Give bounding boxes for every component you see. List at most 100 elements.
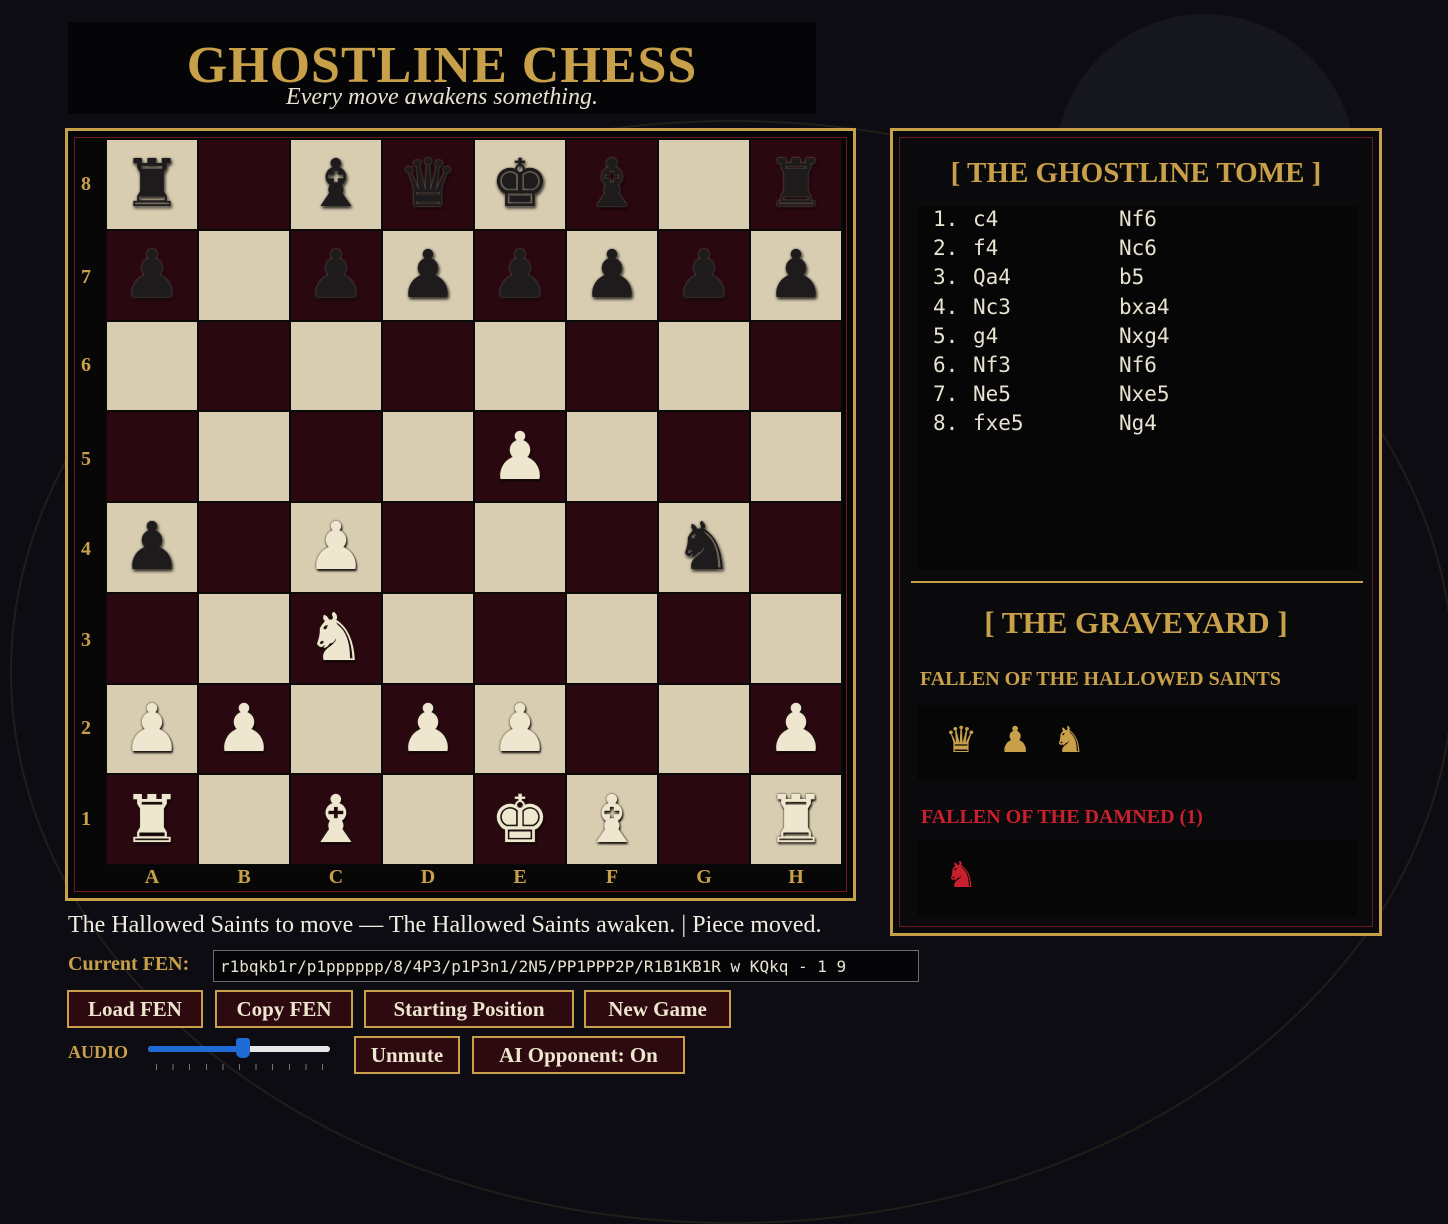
board-square-h3[interactable]: [750, 592, 842, 684]
load-fen-button[interactable]: Load FEN: [67, 990, 203, 1028]
board-square-g7[interactable]: ♟: [658, 229, 750, 321]
board-square-a8[interactable]: ♜: [106, 139, 198, 230]
board-square-e4[interactable]: [474, 502, 566, 593]
board-square-h4[interactable]: [750, 502, 842, 593]
board-square-c7[interactable]: ♟: [290, 229, 382, 321]
damned-bishop-icon[interactable]: ♝: [582, 151, 641, 217]
damned-rook-icon[interactable]: ♜: [766, 151, 825, 217]
board-square-a4[interactable]: ♟: [106, 502, 198, 593]
board-square-f2[interactable]: [566, 683, 658, 775]
board-square-h2[interactable]: ♟: [750, 683, 842, 775]
board-square-a3[interactable]: [106, 592, 198, 684]
board-square-g4[interactable]: ♞: [658, 502, 750, 593]
ai-opponent-toggle[interactable]: AI Opponent: On: [472, 1036, 685, 1074]
board-square-a1[interactable]: ♜: [106, 774, 198, 865]
board-square-d7[interactable]: ♟: [382, 229, 474, 321]
board-square-h5[interactable]: [750, 411, 842, 502]
damned-bishop-icon[interactable]: ♝: [306, 151, 365, 217]
board-square-e6[interactable]: [474, 320, 566, 412]
board-square-a5[interactable]: [106, 411, 198, 502]
damned-pawn-icon[interactable]: ♟: [766, 242, 825, 308]
board-square-b1[interactable]: [198, 774, 290, 865]
saint-pawn-icon[interactable]: ♟: [398, 695, 457, 762]
board-square-f6[interactable]: [566, 320, 658, 412]
board-square-d1[interactable]: [382, 774, 474, 865]
damned-queen-icon[interactable]: ♛: [398, 151, 457, 217]
saint-pawn-icon[interactable]: ♟: [306, 514, 365, 580]
board-square-a7[interactable]: ♟: [106, 229, 198, 321]
saint-king-icon[interactable]: ♚: [490, 786, 549, 853]
board-square-b7[interactable]: [198, 229, 290, 321]
board-square-b3[interactable]: [198, 592, 290, 684]
damned-knight-icon[interactable]: ♞: [674, 514, 733, 580]
board-square-f1[interactable]: ♝: [566, 774, 658, 865]
volume-slider-thumb[interactable]: [235, 1038, 250, 1058]
board-square-c3[interactable]: ♞: [290, 592, 382, 684]
board-square-f8[interactable]: ♝: [566, 139, 658, 230]
board-square-d8[interactable]: ♛: [382, 139, 474, 230]
board-square-d2[interactable]: ♟: [382, 683, 474, 775]
board-square-d5[interactable]: [382, 411, 474, 502]
damned-king-icon[interactable]: ♚: [490, 151, 549, 217]
move-list[interactable]: 1. c4 Nf6 2. f4 Nc6 3. Qa4 b5 4. Nc3 bxa4 5. g4 Nxg4 6.…: [917, 206, 1357, 570]
new-game-button[interactable]: New Game: [584, 990, 731, 1028]
damned-pawn-icon[interactable]: ♟: [490, 242, 549, 308]
board-square-b4[interactable]: [198, 502, 290, 593]
board-square-c5[interactable]: [290, 411, 382, 502]
board-square-d3[interactable]: [382, 592, 474, 684]
damned-pawn-icon[interactable]: ♟: [582, 242, 641, 308]
board-square-b8[interactable]: [198, 139, 290, 230]
board-square-g1[interactable]: [658, 774, 750, 865]
saint-pawn-icon[interactable]: ♟: [766, 695, 825, 762]
saint-pawn-icon[interactable]: ♟: [214, 695, 273, 762]
board-square-c6[interactable]: [290, 320, 382, 412]
board-square-h1[interactable]: ♜: [750, 774, 842, 865]
saint-pawn-icon[interactable]: ♟: [490, 423, 549, 490]
damned-pawn-icon[interactable]: ♟: [122, 514, 181, 580]
board-square-f3[interactable]: [566, 592, 658, 684]
board-square-f4[interactable]: [566, 502, 658, 593]
board-square-h8[interactable]: ♜: [750, 139, 842, 230]
board-square-g2[interactable]: [658, 683, 750, 775]
board-square-g3[interactable]: [658, 592, 750, 684]
board-square-e3[interactable]: [474, 592, 566, 684]
damned-pawn-icon[interactable]: ♟: [674, 242, 733, 308]
board-square-g8[interactable]: [658, 139, 750, 230]
board-square-d6[interactable]: [382, 320, 474, 412]
board-square-b5[interactable]: [198, 411, 290, 502]
board-square-c8[interactable]: ♝: [290, 139, 382, 230]
volume-slider[interactable]: [148, 1038, 330, 1058]
board-square-a6[interactable]: [106, 320, 198, 412]
board-square-h7[interactable]: ♟: [750, 229, 842, 321]
board-square-a2[interactable]: ♟: [106, 683, 198, 775]
board-square-c2[interactable]: [290, 683, 382, 775]
damned-pawn-icon[interactable]: ♟: [306, 242, 365, 308]
board-square-e1[interactable]: ♚: [474, 774, 566, 865]
unmute-button[interactable]: Unmute: [354, 1036, 460, 1074]
saint-knight-icon[interactable]: ♞: [306, 605, 365, 671]
saint-rook-icon[interactable]: ♜: [766, 786, 825, 853]
chess-board[interactable]: ♜ ♝ ♛ ♚ ♝ ♜ ♟ ♟ ♟ ♟ ♟ ♟ ♟ ♟ ♟ ♟ ♞ ♞ ♟ ♟ ♟ ♟ ♟ ♜ ♝ ♚ ♝ ♜: [106, 139, 842, 865]
copy-fen-button[interactable]: Copy FEN: [215, 990, 353, 1028]
board-square-e8[interactable]: ♚: [474, 139, 566, 230]
board-square-h6[interactable]: [750, 320, 842, 412]
damned-pawn-icon[interactable]: ♟: [122, 242, 181, 308]
board-square-b2[interactable]: ♟: [198, 683, 290, 775]
board-square-f7[interactable]: ♟: [566, 229, 658, 321]
saint-bishop-icon[interactable]: ♝: [582, 786, 641, 853]
board-square-g6[interactable]: [658, 320, 750, 412]
board-square-c1[interactable]: ♝: [290, 774, 382, 865]
starting-position-button[interactable]: Starting Position: [364, 990, 574, 1028]
damned-rook-icon[interactable]: ♜: [122, 151, 181, 217]
fen-input[interactable]: [213, 950, 919, 982]
board-square-f5[interactable]: [566, 411, 658, 502]
board-square-e7[interactable]: ♟: [474, 229, 566, 321]
board-square-e2[interactable]: ♟: [474, 683, 566, 775]
board-square-c4[interactable]: ♟: [290, 502, 382, 593]
board-square-e5[interactable]: ♟: [474, 411, 566, 502]
saint-pawn-icon[interactable]: ♟: [122, 695, 181, 762]
board-square-g5[interactable]: [658, 411, 750, 502]
saint-bishop-icon[interactable]: ♝: [306, 786, 365, 853]
board-square-b6[interactable]: [198, 320, 290, 412]
saint-pawn-icon[interactable]: ♟: [490, 695, 549, 762]
